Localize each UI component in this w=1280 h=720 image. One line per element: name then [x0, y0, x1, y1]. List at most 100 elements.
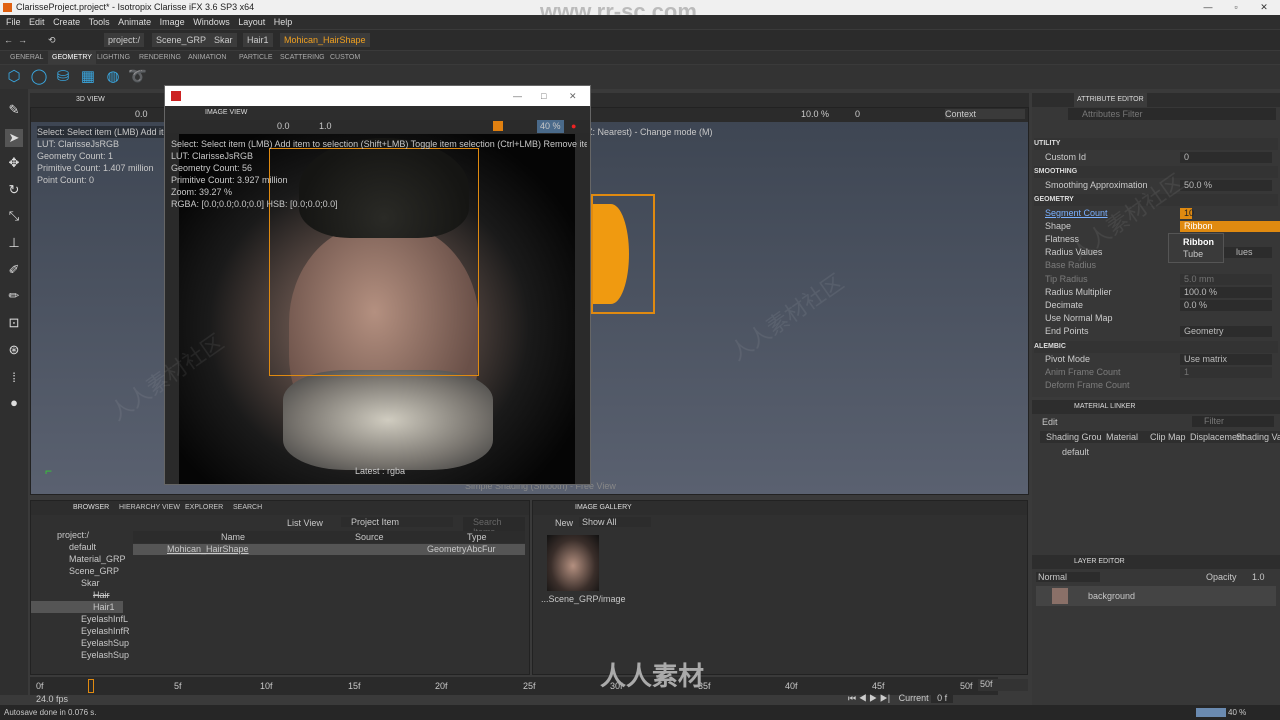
- row-name[interactable]: Mohican_HairShape: [167, 544, 249, 555]
- select-icon[interactable]: ➤: [5, 129, 23, 147]
- menu-image[interactable]: Image: [160, 17, 185, 27]
- image-zoom[interactable]: 40 %: [537, 120, 564, 133]
- option-tube[interactable]: Tube: [1183, 248, 1223, 260]
- attr-flatness[interactable]: Flatness: [1032, 233, 1280, 246]
- shape-dropdown[interactable]: Ribbon Tube: [1168, 233, 1224, 263]
- image-window-titlebar[interactable]: — □ ✕: [165, 86, 590, 106]
- tree-eyelash-sup-2[interactable]: EyelashSup: [31, 649, 129, 661]
- history-icon[interactable]: ⟲: [48, 30, 56, 50]
- tab-explorer[interactable]: EXPLORER: [185, 501, 223, 515]
- list-view-select[interactable]: List View: [287, 518, 323, 528]
- material-row-default[interactable]: default: [1062, 447, 1089, 457]
- attr-custom-id[interactable]: Custom Id 0: [1032, 151, 1280, 164]
- tab-animation[interactable]: ANIMATION: [188, 51, 226, 64]
- paint-icon[interactable]: ✏: [5, 287, 23, 305]
- tree-material-grp[interactable]: Material_GRP: [31, 553, 126, 565]
- back-icon[interactable]: ←: [4, 30, 13, 50]
- image-close-icon[interactable]: ✕: [569, 86, 577, 106]
- curve-icon[interactable]: ➰: [128, 68, 147, 86]
- menu-help[interactable]: Help: [274, 17, 293, 27]
- section-geometry[interactable]: GEOMETRY: [1034, 194, 1278, 206]
- attr-radius-values[interactable]: Radius Values lues: [1032, 246, 1280, 259]
- attributes-filter[interactable]: Attributes Filter: [1068, 108, 1276, 120]
- drop-icon[interactable]: ⊥: [5, 234, 23, 252]
- restore-icon[interactable]: ▫: [1222, 0, 1250, 15]
- image-value-b[interactable]: 1.0: [319, 120, 332, 133]
- cylinder-icon[interactable]: ⛁: [54, 68, 72, 86]
- viewport-value1[interactable]: 0.0: [135, 109, 148, 119]
- col-shading-variable[interactable]: Shading Varia: [1236, 431, 1280, 443]
- tab-custom[interactable]: CUSTOM: [330, 51, 360, 64]
- layer-row[interactable]: background: [1036, 586, 1276, 606]
- menu-tools[interactable]: Tools: [89, 17, 110, 27]
- end-frame[interactable]: 50f: [978, 679, 993, 689]
- image-min-icon[interactable]: —: [513, 86, 522, 106]
- minimize-icon[interactable]: —: [1194, 0, 1222, 15]
- light-icon[interactable]: ●: [5, 394, 23, 412]
- col-name[interactable]: Name: [221, 531, 245, 543]
- col-shading-group[interactable]: Shading Grou: [1046, 431, 1102, 443]
- attr-radius-multiplier[interactable]: Radius Multiplier 100.0 %: [1032, 286, 1280, 299]
- breadcrumb-hair1[interactable]: Hair1: [243, 33, 273, 47]
- playhead[interactable]: [88, 679, 94, 693]
- play-icon[interactable]: ▶: [869, 693, 877, 703]
- breadcrumb-project[interactable]: project:/: [104, 33, 145, 47]
- tab-geometry[interactable]: GEOMETRY: [48, 51, 96, 64]
- attr-value[interactable]: 0.0 %: [1180, 300, 1272, 311]
- menu-animate[interactable]: Animate: [118, 17, 151, 27]
- attr-value[interactable]: 100.0 %: [1180, 287, 1272, 298]
- image-max-icon[interactable]: □: [541, 86, 546, 106]
- section-smoothing[interactable]: SMOOTHING: [1034, 166, 1278, 178]
- brush-icon[interactable]: ✐: [5, 261, 23, 279]
- first-frame-icon[interactable]: ⏮: [848, 693, 856, 703]
- tab-hierarchy[interactable]: HIERARCHY VIEW: [119, 501, 180, 515]
- camera-icon[interactable]: ⊛: [5, 341, 23, 359]
- cube-icon[interactable]: ⬡: [5, 68, 23, 86]
- option-ribbon[interactable]: Ribbon: [1183, 236, 1223, 248]
- menu-layout[interactable]: Layout: [238, 17, 265, 27]
- attr-decimate[interactable]: Decimate 0.0 %: [1032, 299, 1280, 312]
- attr-value[interactable]: Use matrix: [1180, 354, 1272, 365]
- zoom-box-icon[interactable]: ⊡: [5, 314, 23, 332]
- menu-edit[interactable]: Edit: [29, 17, 45, 27]
- hair-mesh-preview[interactable]: [591, 194, 655, 314]
- sphere-icon[interactable]: ◯: [30, 68, 48, 86]
- col-clip-map[interactable]: Clip Map: [1150, 431, 1186, 443]
- record-icon[interactable]: ●: [571, 120, 576, 133]
- close-icon[interactable]: ✕: [1250, 0, 1278, 15]
- attr-value[interactable]: 50.0 %: [1180, 180, 1272, 191]
- grid-icon[interactable]: ▦: [79, 68, 97, 86]
- tree-default[interactable]: default: [31, 541, 123, 553]
- image-value-a[interactable]: 0.0: [277, 120, 290, 133]
- tab-material-linker[interactable]: MATERIAL LINKER: [1074, 400, 1135, 414]
- layer-name[interactable]: background: [1088, 586, 1135, 606]
- attr-smoothing[interactable]: Smoothing Approximation 50.0 %: [1032, 179, 1280, 192]
- attr-segment-count[interactable]: Segment Count 10: [1032, 207, 1280, 220]
- attr-value[interactable]: 10: [1180, 208, 1194, 219]
- shape-select[interactable]: Ribbon: [1180, 221, 1280, 232]
- tab-lighting[interactable]: LIGHTING: [97, 51, 130, 64]
- tree-hair[interactable]: Hair: [31, 589, 123, 601]
- tab-particle[interactable]: PARTICLE: [239, 51, 273, 64]
- tree-eyelash-inf-r[interactable]: EyelashInfR: [31, 625, 130, 637]
- attr-end-points[interactable]: End Points Geometry: [1032, 325, 1280, 338]
- project-item-select[interactable]: Project Item: [341, 517, 453, 527]
- breadcrumb-current[interactable]: Mohican_HairShape: [280, 33, 370, 47]
- tab-general[interactable]: GENERAL: [10, 51, 43, 64]
- globe-icon[interactable]: ◍: [104, 68, 122, 86]
- tree-scene-grp[interactable]: Scene_GRP: [31, 565, 123, 577]
- tab-attribute-editor[interactable]: ATTRIBUTE EDITOR: [1074, 93, 1147, 107]
- next-frame-icon[interactable]: ▶|: [880, 693, 890, 703]
- section-utility[interactable]: UTILITY: [1034, 138, 1278, 150]
- render-play-icon[interactable]: [493, 121, 503, 131]
- viewport-value2[interactable]: 0: [855, 109, 860, 119]
- move-icon[interactable]: ✥: [5, 154, 23, 172]
- menu-windows[interactable]: Windows: [193, 17, 230, 27]
- section-alembic[interactable]: ALEMBIC: [1034, 341, 1278, 353]
- tree-skar[interactable]: Skar: [31, 577, 123, 589]
- tab-browser[interactable]: BROWSER: [73, 501, 109, 515]
- forward-icon[interactable]: →: [18, 30, 27, 50]
- attr-value[interactable]: 0: [1180, 152, 1272, 163]
- breadcrumb-scene[interactable]: Scene_GRP: [152, 33, 211, 47]
- menu-file[interactable]: File: [6, 17, 21, 27]
